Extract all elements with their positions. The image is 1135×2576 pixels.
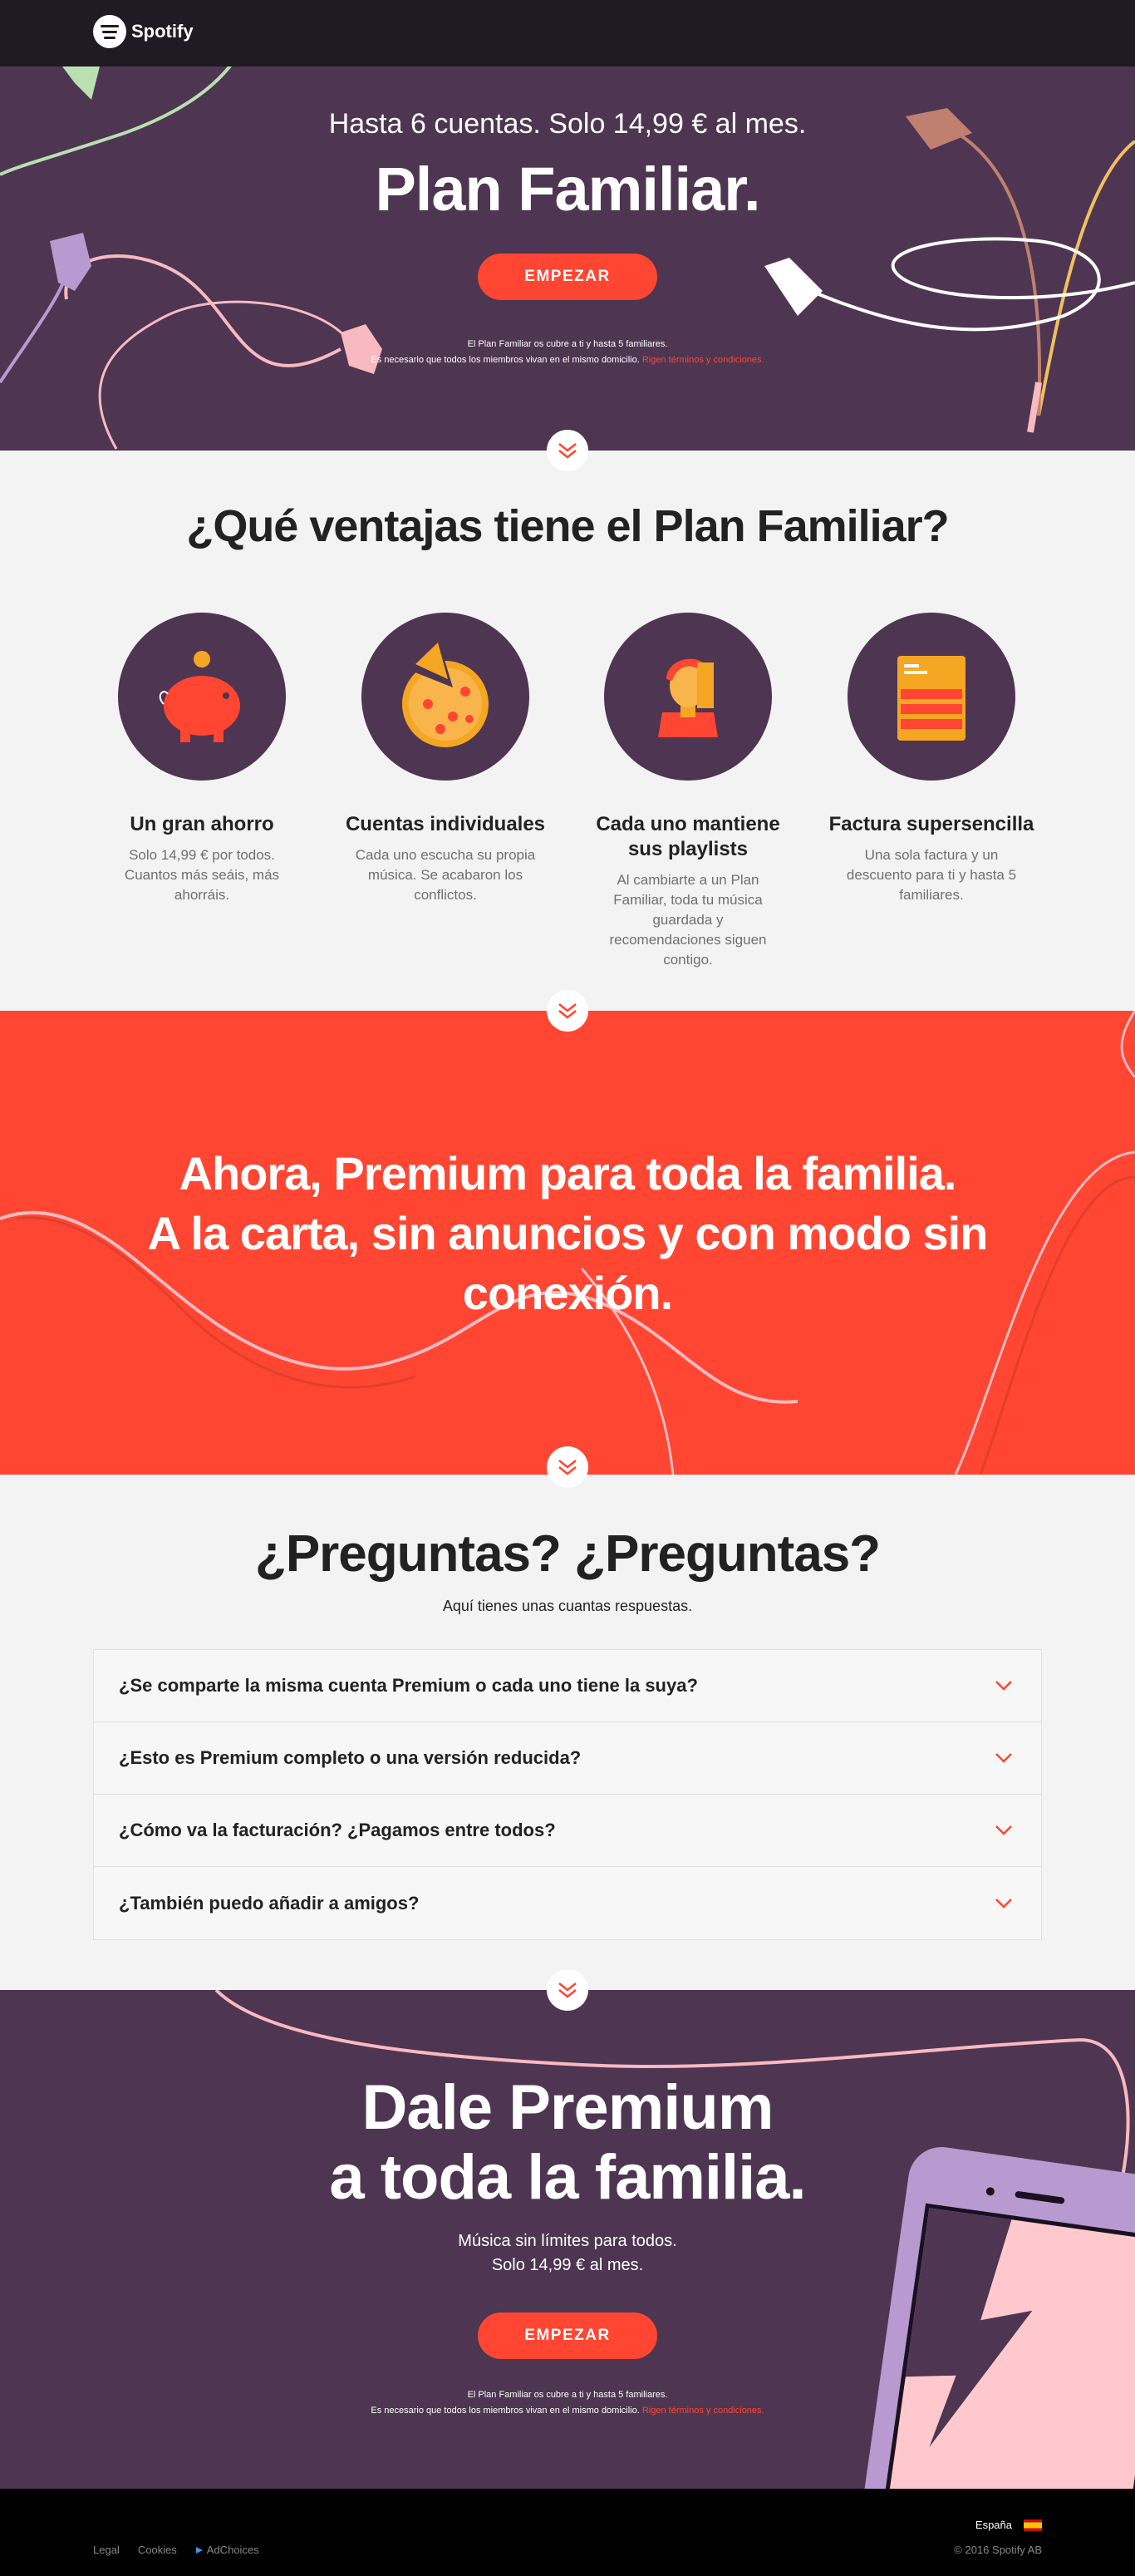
start-button[interactable]: EMPEZAR bbox=[478, 2312, 657, 2359]
bottom-title: Dale Premium a toda la familia. bbox=[0, 2073, 1135, 2213]
bottom-cta-section: Dale Premium a toda la familia. Música s… bbox=[0, 1990, 1135, 2489]
invoice-icon bbox=[848, 613, 1015, 781]
disclaimer-line-1: El Plan Familiar os cubre a ti y hasta 5… bbox=[467, 339, 668, 349]
faq-question: ¿Se comparte la misma cuenta Premium o c… bbox=[119, 1675, 698, 1696]
pizza-icon bbox=[361, 613, 529, 781]
hero-subtitle: Hasta 6 cuentas. Solo 14,99 € al mes. bbox=[328, 108, 807, 140]
chevron-down-icon bbox=[995, 1825, 1012, 1835]
earphone-cables-illustration bbox=[0, 0, 1135, 450]
benefits-section: ¿Qué ventajas tiene el Plan Familiar? Un… bbox=[0, 451, 1135, 1011]
double-chevron-down-icon bbox=[558, 1003, 577, 1019]
double-chevron-down-icon bbox=[558, 1982, 577, 1998]
footer-link-legal[interactable]: Legal bbox=[93, 2544, 120, 2556]
faq-item[interactable]: ¿Esto es Premium completo o una versión … bbox=[94, 1722, 1041, 1795]
chevron-down-icon bbox=[995, 1898, 1012, 1909]
hero-section: Hasta 6 cuentas. Solo 14,99 € al mes. Pl… bbox=[0, 0, 1135, 451]
faq-question: ¿Esto es Premium completo o una versión … bbox=[119, 1747, 582, 1768]
disclaimer-line-2: Es necesario que todos los miembros viva… bbox=[371, 2406, 640, 2416]
faq-item[interactable]: ¿Se comparte la misma cuenta Premium o c… bbox=[94, 1650, 1041, 1722]
bottom-disclaimer: El Plan Familiar os cubre a ti y hasta 5… bbox=[0, 2387, 1135, 2419]
disclaimer-line-1: El Plan Familiar os cubre a ti y hasta 5… bbox=[467, 2390, 668, 2400]
promo-line-3: conexión. bbox=[462, 1267, 673, 1319]
brand-name: Spotify bbox=[131, 21, 194, 42]
benefit-title: Factura supersencilla bbox=[828, 813, 1034, 835]
hero-disclaimer: El Plan Familiar os cubre a ti y hasta 5… bbox=[0, 337, 1135, 368]
double-chevron-down-icon bbox=[558, 443, 577, 459]
benefit-title: Cuentas individuales bbox=[345, 813, 546, 835]
person-icon bbox=[604, 613, 772, 781]
chevron-down-icon bbox=[995, 1681, 1012, 1691]
footer-links: Legal Cookies AdChoices bbox=[93, 2544, 259, 2556]
benefit-title: Cada uno mantiene sus playlists bbox=[596, 813, 780, 860]
benefits-heading: ¿Qué ventajas tiene el Plan Familiar? bbox=[186, 501, 949, 551]
scroll-down-button[interactable] bbox=[547, 1446, 588, 1488]
scroll-down-button[interactable] bbox=[547, 1969, 588, 2011]
copyright: © 2016 Spotify AB bbox=[954, 2544, 1042, 2556]
bottom-message-line-1: Música sin límites para todos. bbox=[458, 2232, 677, 2250]
faq-question: ¿También puedo añadir a amigos? bbox=[119, 1892, 420, 1914]
adchoices-icon bbox=[195, 2546, 203, 2554]
terms-link[interactable]: Rigen términos y condiciones. bbox=[642, 355, 764, 365]
bottom-title-line-1: Dale Premium bbox=[361, 2072, 774, 2143]
benefit-card: Factura supersencilla Una sola factura y… bbox=[823, 613, 1040, 905]
top-nav-bar: Spotify bbox=[0, 0, 1135, 66]
faq-item[interactable]: ¿Cómo va la facturación? ¿Pagamos entre … bbox=[94, 1795, 1041, 1867]
benefit-card: Un gran ahorro Solo 14,99 € por todos. C… bbox=[93, 613, 311, 905]
faq-section: ¿Preguntas? ¿Preguntas? Aquí tienes unas… bbox=[0, 1475, 1135, 1990]
terms-link[interactable]: Rigen términos y condiciones. bbox=[642, 2406, 764, 2416]
scroll-down-button[interactable] bbox=[547, 990, 588, 1032]
footer-link-adchoices[interactable]: AdChoices bbox=[195, 2544, 259, 2556]
benefit-card: Cada uno mantiene sus playlists Al cambi… bbox=[579, 613, 797, 970]
benefit-text: Solo 14,99 € por todos. Cuantos más seái… bbox=[124, 847, 280, 903]
promo-section: Ahora, Premium para toda la familia. A l… bbox=[0, 1011, 1135, 1475]
scroll-down-button[interactable] bbox=[547, 430, 588, 471]
spotify-logo[interactable]: Spotify bbox=[93, 15, 194, 48]
footer-link-cookies[interactable]: Cookies bbox=[138, 2544, 177, 2556]
piggy-bank-icon bbox=[118, 613, 286, 781]
start-button[interactable]: EMPEZAR bbox=[478, 254, 657, 300]
country-selector[interactable]: España bbox=[975, 2519, 1042, 2531]
bottom-title-line-2: a toda la familia. bbox=[329, 2142, 806, 2213]
double-chevron-down-icon bbox=[558, 1460, 577, 1475]
country-name: España bbox=[975, 2519, 1012, 2531]
promo-line-1: Ahora, Premium para toda la familia. bbox=[179, 1147, 957, 1199]
chevron-down-icon bbox=[995, 1753, 1012, 1763]
disclaimer-line-2: Es necesario que todos los miembros viva… bbox=[371, 355, 640, 365]
benefit-text: Una sola factura y un descuento para ti … bbox=[846, 847, 1017, 903]
benefit-title: Un gran ahorro bbox=[130, 813, 274, 835]
faq-list: ¿Se comparte la misma cuenta Premium o c… bbox=[93, 1649, 1042, 1940]
promo-headline: Ahora, Premium para toda la familia. A l… bbox=[0, 1144, 1135, 1323]
faq-lead: Aquí tienes unas cuantas respuestas. bbox=[442, 1598, 693, 1614]
footer: Legal Cookies AdChoices España © 2016 Sp… bbox=[0, 2489, 1135, 2576]
spotify-logo-icon bbox=[93, 15, 126, 48]
benefit-text: Al cambiarte a un Plan Familiar, toda tu… bbox=[609, 872, 767, 968]
faq-item[interactable]: ¿También puedo añadir a amigos? bbox=[94, 1867, 1041, 1939]
benefit-card: Cuentas individuales Cada uno escucha su… bbox=[337, 613, 554, 905]
adchoices-label: AdChoices bbox=[206, 2544, 259, 2556]
bottom-message-line-2: Solo 14,99 € al mes. bbox=[491, 2256, 644, 2274]
spain-flag-icon bbox=[1024, 2519, 1042, 2531]
bottom-message: Música sin límites para todos. Solo 14,9… bbox=[0, 2229, 1135, 2278]
benefit-text: Cada uno escucha su propia música. Se ac… bbox=[355, 847, 536, 903]
faq-question: ¿Cómo va la facturación? ¿Pagamos entre … bbox=[119, 1820, 556, 1840]
hero-title: Plan Familiar. bbox=[375, 155, 760, 224]
faq-heading: ¿Preguntas? ¿Preguntas? bbox=[254, 1525, 881, 1583]
promo-line-2: A la carta, sin anuncios y con modo sin bbox=[147, 1207, 989, 1259]
